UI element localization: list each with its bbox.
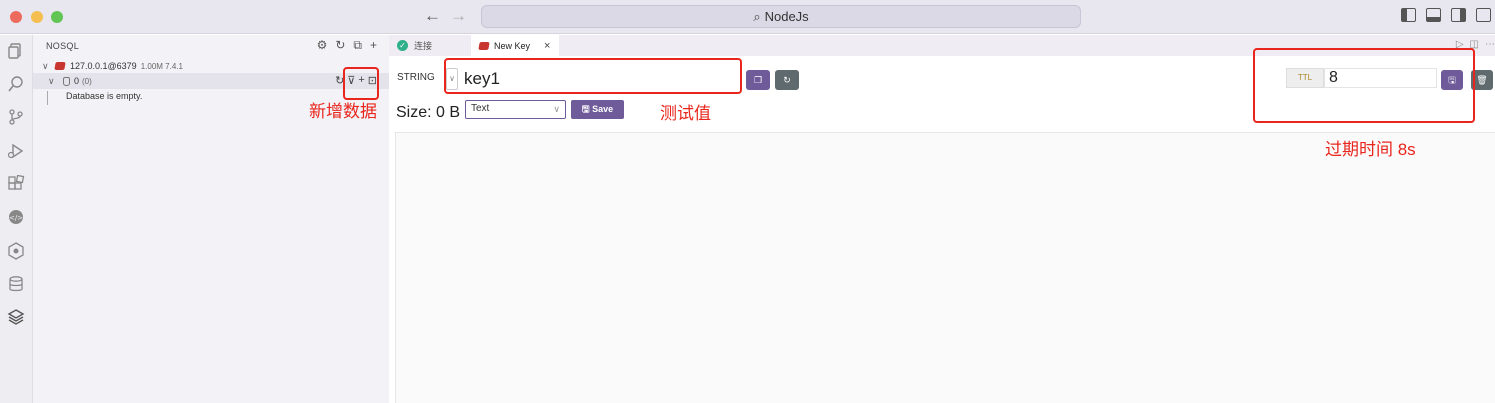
tab-label: 连接 [414,41,433,51]
minimize-window-button[interactable] [31,11,43,23]
command-center-label: NodeJs [764,9,809,24]
tab-new-key[interactable]: New Key × [471,35,559,56]
value-size: Size: 0 B [396,104,461,121]
connection-host: 127.0.0.1@6379 [70,61,137,71]
kubernetes-icon[interactable] [7,242,25,260]
customize-layout-icon[interactable] [1476,8,1491,22]
activity-bar: </> [0,35,33,403]
svg-text:</>: </> [9,214,23,222]
save-icon: 🖫 [581,104,590,114]
database-icon[interactable] [7,275,25,293]
forward-arrow-icon[interactable]: → [450,6,467,26]
chat-icon[interactable]: </> [7,208,25,226]
chevron-down-icon: ∨ [553,104,560,114]
more-icon[interactable]: ⋯ [1485,39,1495,50]
toggle-secondary-sidebar-icon[interactable] [1451,8,1466,22]
database-row[interactable]: ∨ 0 (0) ↻ ⊽ + ⊡ [33,73,389,89]
annotation-add-data: 新增数据 [309,102,377,121]
close-window-button[interactable] [10,11,22,23]
annotation-expire-time: 过期时间 8s [1325,140,1416,159]
redis-icon [478,41,490,50]
annotation-box-expire-time [1253,48,1475,123]
extensions-icon[interactable] [7,174,25,193]
explorer-icon[interactable] [7,42,25,60]
format-select[interactable]: Text ∨ [465,100,566,119]
close-icon[interactable]: × [544,40,550,52]
sidebar-title: NOSQL [46,41,80,51]
save-value-button[interactable]: 🖫 Save [571,100,624,119]
run-debug-icon[interactable] [7,142,25,160]
redis-icon [54,62,66,70]
connection-row[interactable]: ∨ 127.0.0.1@6379 1.00M 7.4.1 [33,58,183,74]
tree-indent-guide [47,91,48,105]
empty-database-message: Database is empty. [66,91,143,101]
layout-controls [1401,8,1495,22]
tab-connection[interactable]: ✓ 连接 [389,35,471,56]
database-name: 0 [74,76,80,86]
connection-meta: 1.00M 7.4.1 [140,61,183,71]
add-connection-icon[interactable]: + [370,38,377,53]
value-editor[interactable] [395,132,1495,403]
toggle-sidebar-icon[interactable] [1401,8,1416,22]
annotation-test-value: 测试值 [660,104,711,123]
source-control-icon[interactable] [7,108,25,126]
maximize-window-button[interactable] [51,11,63,23]
collapse-all-icon[interactable]: ⧉ [353,38,362,53]
search-icon[interactable] [7,75,25,93]
format-selected: Text [471,103,490,114]
database-key-count: (0) [82,76,92,86]
back-arrow-icon[interactable]: ← [424,6,441,26]
sidebar-actions: ⚙ ↻ ⧉ + [317,38,377,53]
nosql-layers-icon[interactable] [7,308,25,326]
settings-gear-icon[interactable]: ⚙ [317,38,328,53]
refresh-key-button[interactable]: ↻ [775,70,799,90]
copy-key-button[interactable]: ❐ [746,70,770,90]
title-bar: ← → ⌕ NodeJs [0,0,1495,34]
save-label: Save [592,104,614,114]
database-cylinder-icon [63,76,70,86]
chevron-down-icon[interactable]: ∨ [48,76,58,87]
command-center-search[interactable]: ⌕ NodeJs [481,5,1081,28]
search-icon: ⌕ [753,9,761,24]
tab-label: New Key [494,40,531,51]
refresh-icon[interactable]: ↻ [335,38,345,53]
chevron-down-icon[interactable]: ∨ [42,61,52,72]
check-icon: ✓ [397,40,408,51]
nosql-sidebar: NOSQL ⚙ ↻ ⧉ + ∨ 127.0.0.1@6379 1.00M 7.4… [33,35,389,403]
annotation-box-test-value [444,58,742,94]
annotation-box-add-data [343,67,379,100]
key-type-label: STRING [397,72,435,83]
toggle-panel-icon[interactable] [1426,8,1441,22]
